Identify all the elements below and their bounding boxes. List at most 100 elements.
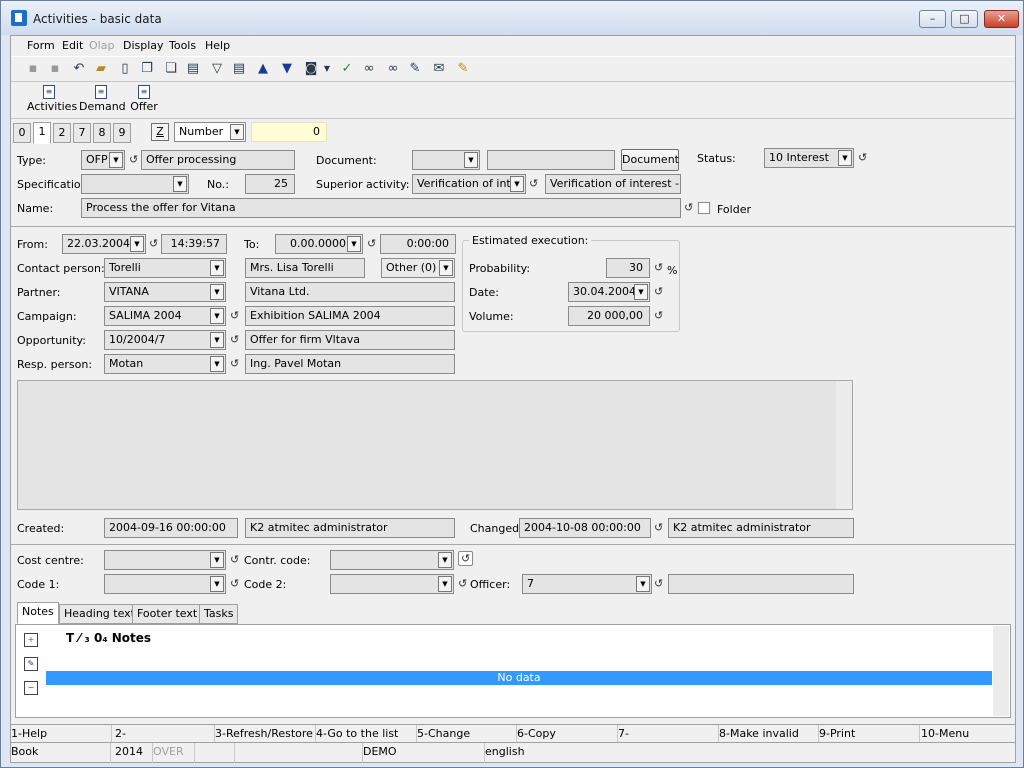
chevron-down-icon[interactable]: ▼	[319, 61, 335, 77]
activities-button[interactable]: ≡ Activities	[27, 85, 77, 113]
chevron-down-icon[interactable]: ▼	[230, 124, 244, 140]
filter-edit-icon[interactable]: ▤	[231, 61, 247, 77]
tab-8[interactable]: 8	[93, 123, 111, 143]
offer-button[interactable]: ≡ Offer	[129, 85, 159, 113]
tab-2[interactable]: 2	[53, 123, 71, 143]
fkey-2[interactable]: 2-	[115, 725, 215, 743]
chevron-down-icon[interactable]: ▼	[210, 552, 224, 568]
delete-note-icon[interactable]: −	[24, 681, 38, 695]
chevron-down-icon[interactable]: ▼	[439, 260, 453, 276]
to-time-field[interactable]: 0:00:00	[380, 234, 456, 254]
tab-7[interactable]: 7	[73, 123, 91, 143]
partner-select[interactable]: VITANA ▼	[104, 282, 226, 302]
probability-field[interactable]: 30	[606, 258, 650, 278]
superior-activity-select[interactable]: Verification of inter ▼	[412, 174, 526, 194]
maximize-button[interactable]: □	[951, 10, 978, 28]
chevron-down-icon[interactable]: ▼	[510, 176, 524, 192]
chevron-down-icon[interactable]: ▼	[130, 236, 144, 252]
chevron-down-icon[interactable]: ▼	[210, 576, 224, 592]
description-memo[interactable]	[17, 380, 853, 510]
binoculars-icon[interactable]: ∞	[361, 61, 377, 77]
fkey-help[interactable]: 1-Help	[11, 725, 112, 743]
document-select[interactable]: ▼	[412, 150, 480, 170]
chevron-down-icon[interactable]: ▼	[634, 284, 648, 300]
history-icon[interactable]: ↺	[367, 237, 376, 250]
volume-field[interactable]: 20 000,00	[568, 306, 650, 326]
edit-note-icon[interactable]: ✎	[24, 657, 38, 671]
memo-scrollbar[interactable]	[836, 381, 852, 509]
history-icon[interactable]: ↺	[230, 357, 239, 370]
chevron-down-icon[interactable]: ▼	[173, 176, 187, 192]
history-icon[interactable]: ↺	[654, 309, 663, 322]
history-icon[interactable]: ↺	[458, 551, 474, 566]
chevron-down-icon[interactable]: ▼	[838, 150, 852, 166]
copy-icon[interactable]: ❐	[139, 61, 155, 77]
arrow-down-icon[interactable]: ▼	[279, 61, 295, 77]
history-icon[interactable]: ↺	[654, 285, 663, 298]
chevron-down-icon[interactable]: ▼	[347, 236, 361, 252]
contr-code-select[interactable]: ▼	[330, 550, 454, 570]
history-icon[interactable]: ↺	[230, 553, 239, 566]
tab-footer-text[interactable]: Footer text	[132, 604, 203, 624]
chevron-down-icon[interactable]: ▼	[636, 576, 650, 592]
from-date-select[interactable]: 22.03.2004 ▼	[62, 234, 146, 254]
estimated-date-select[interactable]: 30.04.2004 ▼	[568, 282, 650, 302]
chevron-down-icon[interactable]: ▼	[210, 356, 224, 372]
menu-display[interactable]: Display	[123, 39, 164, 52]
chevron-down-icon[interactable]: ▼	[210, 284, 224, 300]
code2-select[interactable]: ▼	[330, 574, 454, 594]
to-date-select[interactable]: 0.00.0000 ▼	[275, 234, 363, 254]
menu-edit[interactable]: Edit	[62, 39, 83, 52]
resp-person-select[interactable]: Motan ▼	[104, 354, 226, 374]
fkey-print[interactable]: 9-Print	[819, 725, 920, 743]
chevron-down-icon[interactable]: ▼	[210, 332, 224, 348]
history-icon[interactable]: ↺	[230, 577, 239, 590]
chevron-down-icon[interactable]: ▼	[210, 308, 224, 324]
history-icon[interactable]: ↺	[458, 577, 467, 590]
open-folder-icon[interactable]: ▰	[93, 61, 109, 77]
history-icon[interactable]: ↺	[230, 309, 239, 322]
fkey-menu[interactable]: 10-Menu	[921, 725, 1015, 743]
mail-icon[interactable]: ✉	[431, 61, 447, 77]
opportunity-select[interactable]: 10/2004/7 ▼	[104, 330, 226, 350]
binoculars-next-icon[interactable]: ∞	[385, 61, 401, 77]
history-icon[interactable]: ↺	[149, 237, 158, 250]
fkey-make-invalid[interactable]: 8-Make invalid	[719, 725, 819, 743]
history-icon[interactable]: ↺	[858, 151, 867, 164]
tab-heading-text[interactable]: Heading text	[59, 604, 140, 624]
add-note-icon[interactable]: +	[24, 633, 38, 647]
fkey-refresh[interactable]: 3-Refresh/Restore	[215, 725, 316, 743]
new-document-icon[interactable]: ▯	[117, 61, 133, 77]
book-icon[interactable]: ▤	[185, 61, 201, 77]
filter-icon[interactable]: ▽	[209, 61, 225, 77]
fkey-7[interactable]: 7-	[618, 725, 719, 743]
minimize-button[interactable]: –	[919, 10, 946, 28]
history-icon[interactable]: ↺	[230, 333, 239, 346]
contact-person-select[interactable]: Torelli ▼	[104, 258, 226, 278]
tab-1[interactable]: 1	[33, 122, 51, 144]
chevron-down-icon[interactable]: ▼	[438, 552, 452, 568]
fkey-copy[interactable]: 6-Copy	[517, 725, 618, 743]
history-icon[interactable]: ↺	[654, 577, 663, 590]
tab-tasks[interactable]: Tasks	[199, 604, 239, 624]
arrow-up-icon[interactable]: ▲	[255, 61, 271, 77]
tab-9[interactable]: 9	[113, 123, 131, 143]
camera-icon[interactable]: ◙	[303, 61, 319, 77]
status-select[interactable]: 10 Interest ▼	[764, 148, 854, 168]
menu-tools[interactable]: Tools	[169, 39, 196, 52]
chevron-down-icon[interactable]: ▼	[210, 260, 224, 276]
other-contacts-select[interactable]: Other (0) ▼	[381, 258, 455, 278]
chevron-down-icon[interactable]: ▼	[438, 576, 452, 592]
tab-0[interactable]: 0	[13, 123, 31, 143]
edit-icon[interactable]: ✎	[407, 61, 423, 77]
chevron-down-icon[interactable]: ▼	[109, 152, 123, 168]
record-number-field[interactable]: 0	[251, 122, 327, 142]
demand-button[interactable]: ≡ Demand	[79, 85, 126, 113]
z-button[interactable]: Z	[151, 123, 169, 141]
activity-name-field[interactable]: Process the offer for Vitana	[81, 198, 681, 218]
code1-select[interactable]: ▼	[104, 574, 226, 594]
officer-select[interactable]: 7 ▼	[522, 574, 652, 594]
close-button[interactable]: ✕	[984, 10, 1019, 28]
undo-icon[interactable]: ↶	[71, 61, 87, 77]
history-icon[interactable]: ↺	[654, 261, 663, 274]
